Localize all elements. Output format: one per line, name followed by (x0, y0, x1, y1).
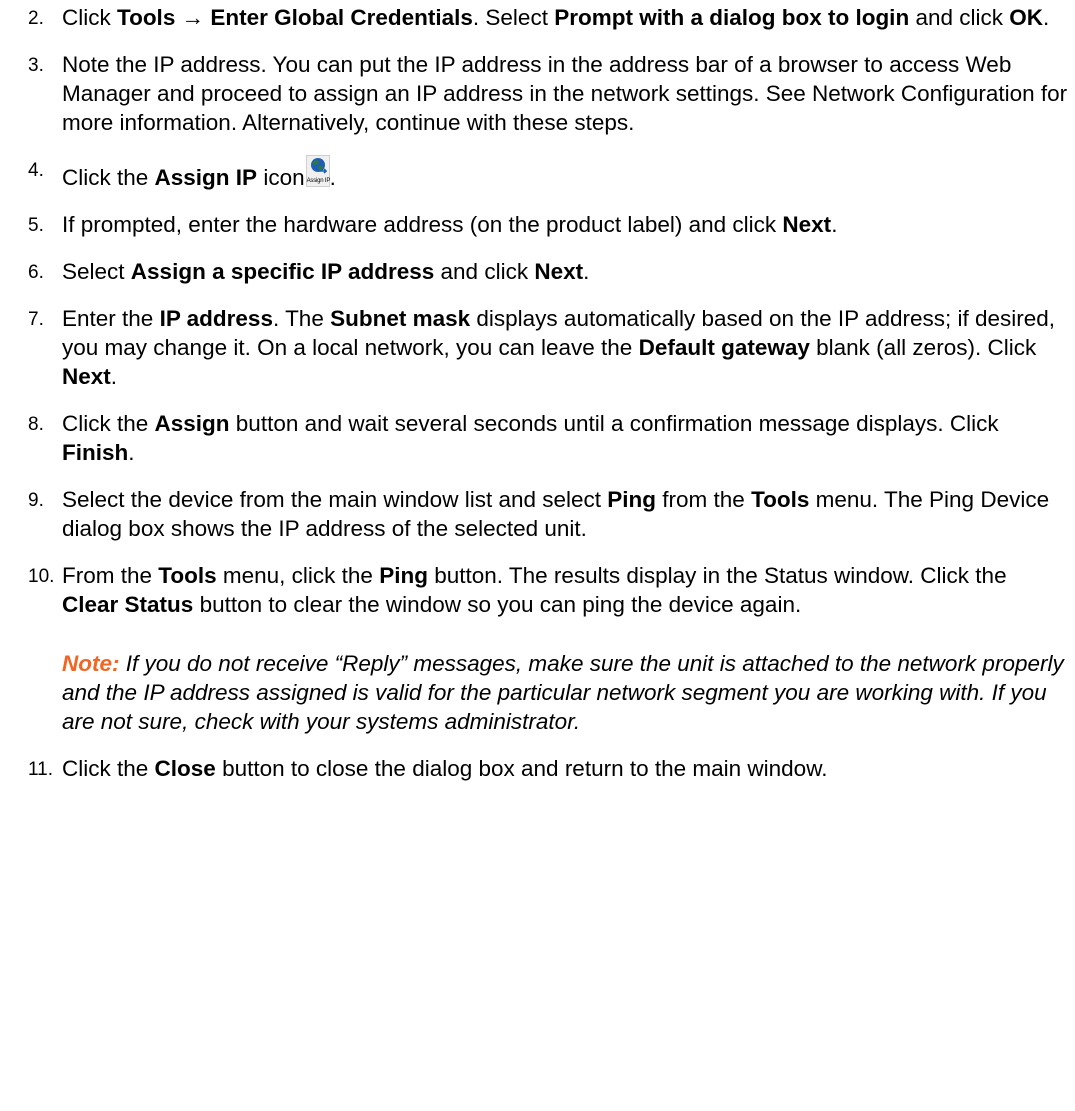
text-run: Click (62, 5, 117, 30)
text-run: Enter the (62, 306, 160, 331)
text-run: Select the device from the main window l… (62, 487, 608, 512)
note-label: Note: (62, 651, 120, 676)
text-run: . (128, 440, 135, 465)
text-run: Click the (62, 165, 155, 190)
bold-term: Close (154, 756, 216, 781)
step-text: If prompted, enter the hardware address … (62, 212, 837, 237)
instruction-steps: 2. Click Tools → Enter Global Credentials… (28, 3, 1068, 801)
bold-term: Finish (62, 440, 129, 465)
step-number: 9. (28, 490, 44, 511)
text-run: menu, click the (216, 563, 380, 588)
step-text: Select the device from the main window l… (62, 487, 1049, 541)
text-run: and click (434, 259, 535, 284)
step-number: 11. (28, 759, 54, 780)
text-run: blank (all zeros). Click (809, 335, 1037, 360)
text-run: button and wait several seconds until a … (229, 411, 999, 436)
bold-term: Assign (154, 411, 230, 436)
bold-term: Tools (751, 487, 810, 512)
bold-term: Prompt with a dialog box to login (554, 5, 910, 30)
step-11: 11. Click the Close button to close the d… (28, 754, 1068, 783)
assign-ip-icon-caption: Assign IP (306, 178, 331, 184)
step-text: Note the IP address. You can put the IP … (62, 52, 1067, 135)
step-number: 7. (28, 309, 44, 330)
bold-term: Next (62, 364, 111, 389)
step-number: 3. (28, 55, 44, 76)
text-run: from the (656, 487, 752, 512)
step-text: From the Tools menu, click the Ping butt… (62, 563, 1007, 617)
bold-term: OK (1009, 5, 1043, 30)
step-number: 10. (28, 566, 55, 587)
bold-term: Enter Global Credentials (210, 5, 473, 30)
step-10: 10. From the Tools menu, click the Ping b… (28, 561, 1068, 736)
text-run: . (831, 212, 838, 237)
step-text: Click the Assign IP icon Assign IP. (62, 155, 336, 190)
text-run: . The (272, 306, 331, 331)
text-run: Note the IP address. You can put the IP … (62, 52, 1068, 135)
text-run: icon (257, 165, 305, 190)
text-run: button to clear the window so you can pi… (193, 592, 802, 617)
step-text: Enter the IP address. The Subnet mask di… (62, 306, 1055, 389)
step-6: 6. Select Assign a specific IP address an… (28, 257, 1068, 286)
text-run: From the (62, 563, 159, 588)
step-3: 3. Note the IP address. You can put the I… (28, 50, 1068, 137)
step-number: 2. (28, 8, 44, 29)
text-run: Click the (62, 411, 155, 436)
text-run: . (329, 165, 336, 190)
bold-term: Ping (379, 563, 428, 588)
note-callout: Note: If you do not receive “Reply” mess… (62, 649, 1068, 736)
bold-term: Tools (117, 5, 176, 30)
text-run: . (1042, 5, 1050, 30)
note-text: If you do not receive “Reply” messages, … (62, 651, 1064, 734)
step-5: 5. If prompted, enter the hardware addres… (28, 210, 1068, 239)
step-7: 7. Enter the IP address. The Subnet mask … (28, 304, 1068, 391)
step-text: Click the Close button to close the dial… (62, 756, 827, 781)
bold-term: Next (782, 212, 832, 237)
bold-term: Default gateway (638, 335, 810, 360)
text-run: . (583, 259, 590, 284)
text-run: button to close the dialog box and retur… (215, 756, 828, 781)
text-run: Select (62, 259, 131, 284)
text-run: Click the (62, 756, 155, 781)
step-2: 2. Click Tools → Enter Global Credentials… (28, 3, 1068, 32)
assign-ip-icon: Assign IP (305, 155, 331, 187)
step-number: 6. (28, 262, 44, 283)
step-number: 4. (28, 160, 44, 181)
step-text: Click Tools → Enter Global Credentials. … (62, 5, 1049, 30)
step-text: Select Assign a specific IP address and … (62, 259, 589, 284)
text-run: button. The results display in the Statu… (427, 563, 1007, 588)
step-8: 8. Click the Assign button and wait sever… (28, 409, 1068, 467)
bold-term: Ping (607, 487, 657, 512)
text-run: and click (909, 5, 1010, 30)
bold-term: Assign IP (154, 165, 258, 190)
step-4: 4. Click the Assign IP icon Assign IP. (28, 155, 1068, 192)
bold-term: Next (534, 259, 584, 284)
step-number: 5. (28, 215, 44, 236)
bold-term: IP address (159, 306, 273, 331)
bold-term: Assign a specific IP address (130, 259, 435, 284)
step-number: 8. (28, 414, 44, 435)
step-text: Click the Assign button and wait several… (62, 411, 999, 465)
bold-term: Tools (158, 563, 217, 588)
text-run: . Select (472, 5, 555, 30)
bold-term: Clear Status (62, 592, 194, 617)
step-9: 9. Select the device from the main window… (28, 485, 1068, 543)
text-run: If prompted, enter the hardware address … (62, 212, 783, 237)
bold-term: → (175, 5, 211, 30)
text-run: . (110, 364, 118, 389)
document-page: 2. Click Tools → Enter Global Credentials… (0, 0, 1075, 1111)
bold-term: Subnet mask (330, 306, 471, 331)
